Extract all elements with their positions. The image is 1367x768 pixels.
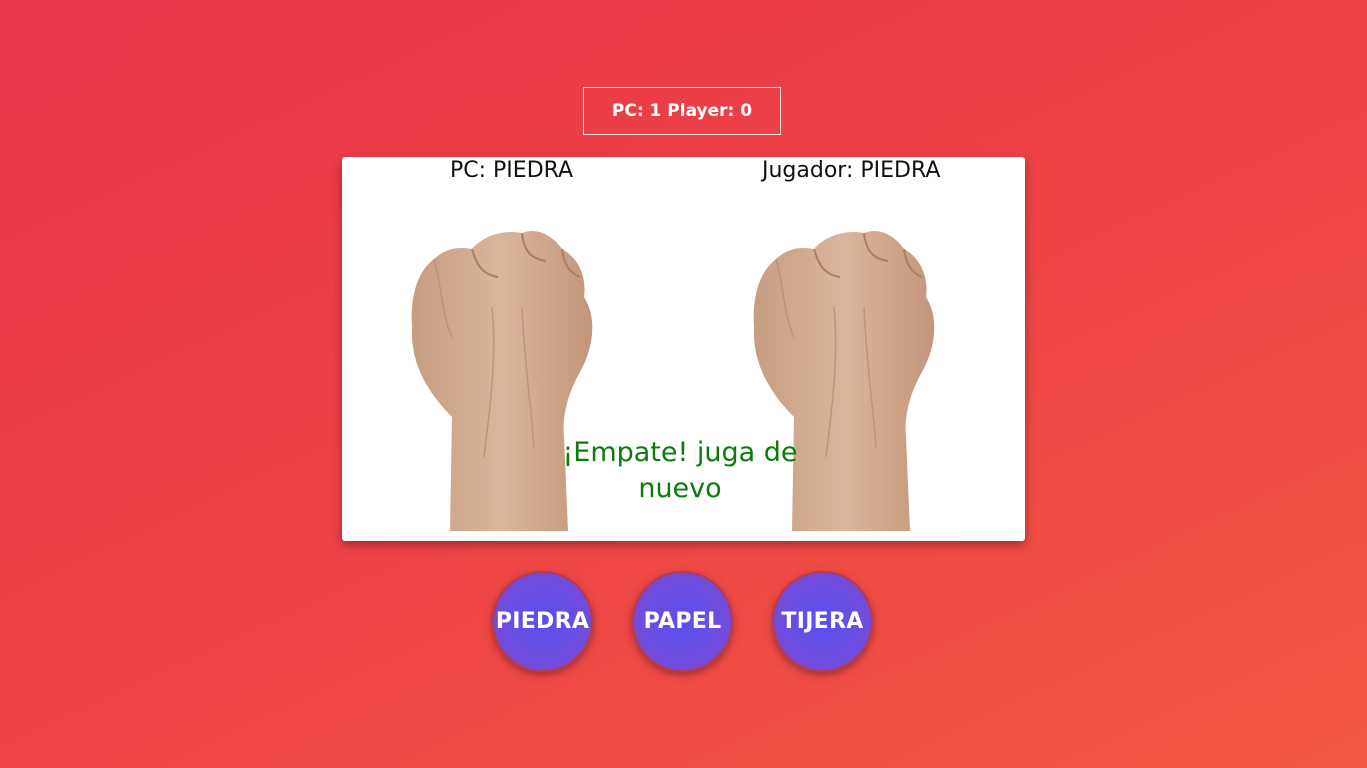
player-choice-label: Jugador: PIEDRA [762, 158, 941, 183]
scissors-button[interactable]: TIJERA [772, 571, 873, 672]
result-line-1: ¡Empate! juga de [562, 437, 798, 468]
scoreboard: PC: 1 Player: 0 [583, 87, 781, 135]
result-message: ¡Empate! juga de nuevo [560, 435, 800, 507]
pc-choice-label: PC: PIEDRA [450, 158, 574, 183]
choice-buttons: PIEDRA PAPEL TIJERA [492, 571, 873, 672]
paper-button[interactable]: PAPEL [632, 571, 733, 672]
game-board: PC: PIEDRA Jugador: PIEDRA ¡Empate! juga… [342, 157, 1025, 541]
rock-button[interactable]: PIEDRA [492, 571, 593, 672]
result-line-2: nuevo [638, 473, 722, 504]
